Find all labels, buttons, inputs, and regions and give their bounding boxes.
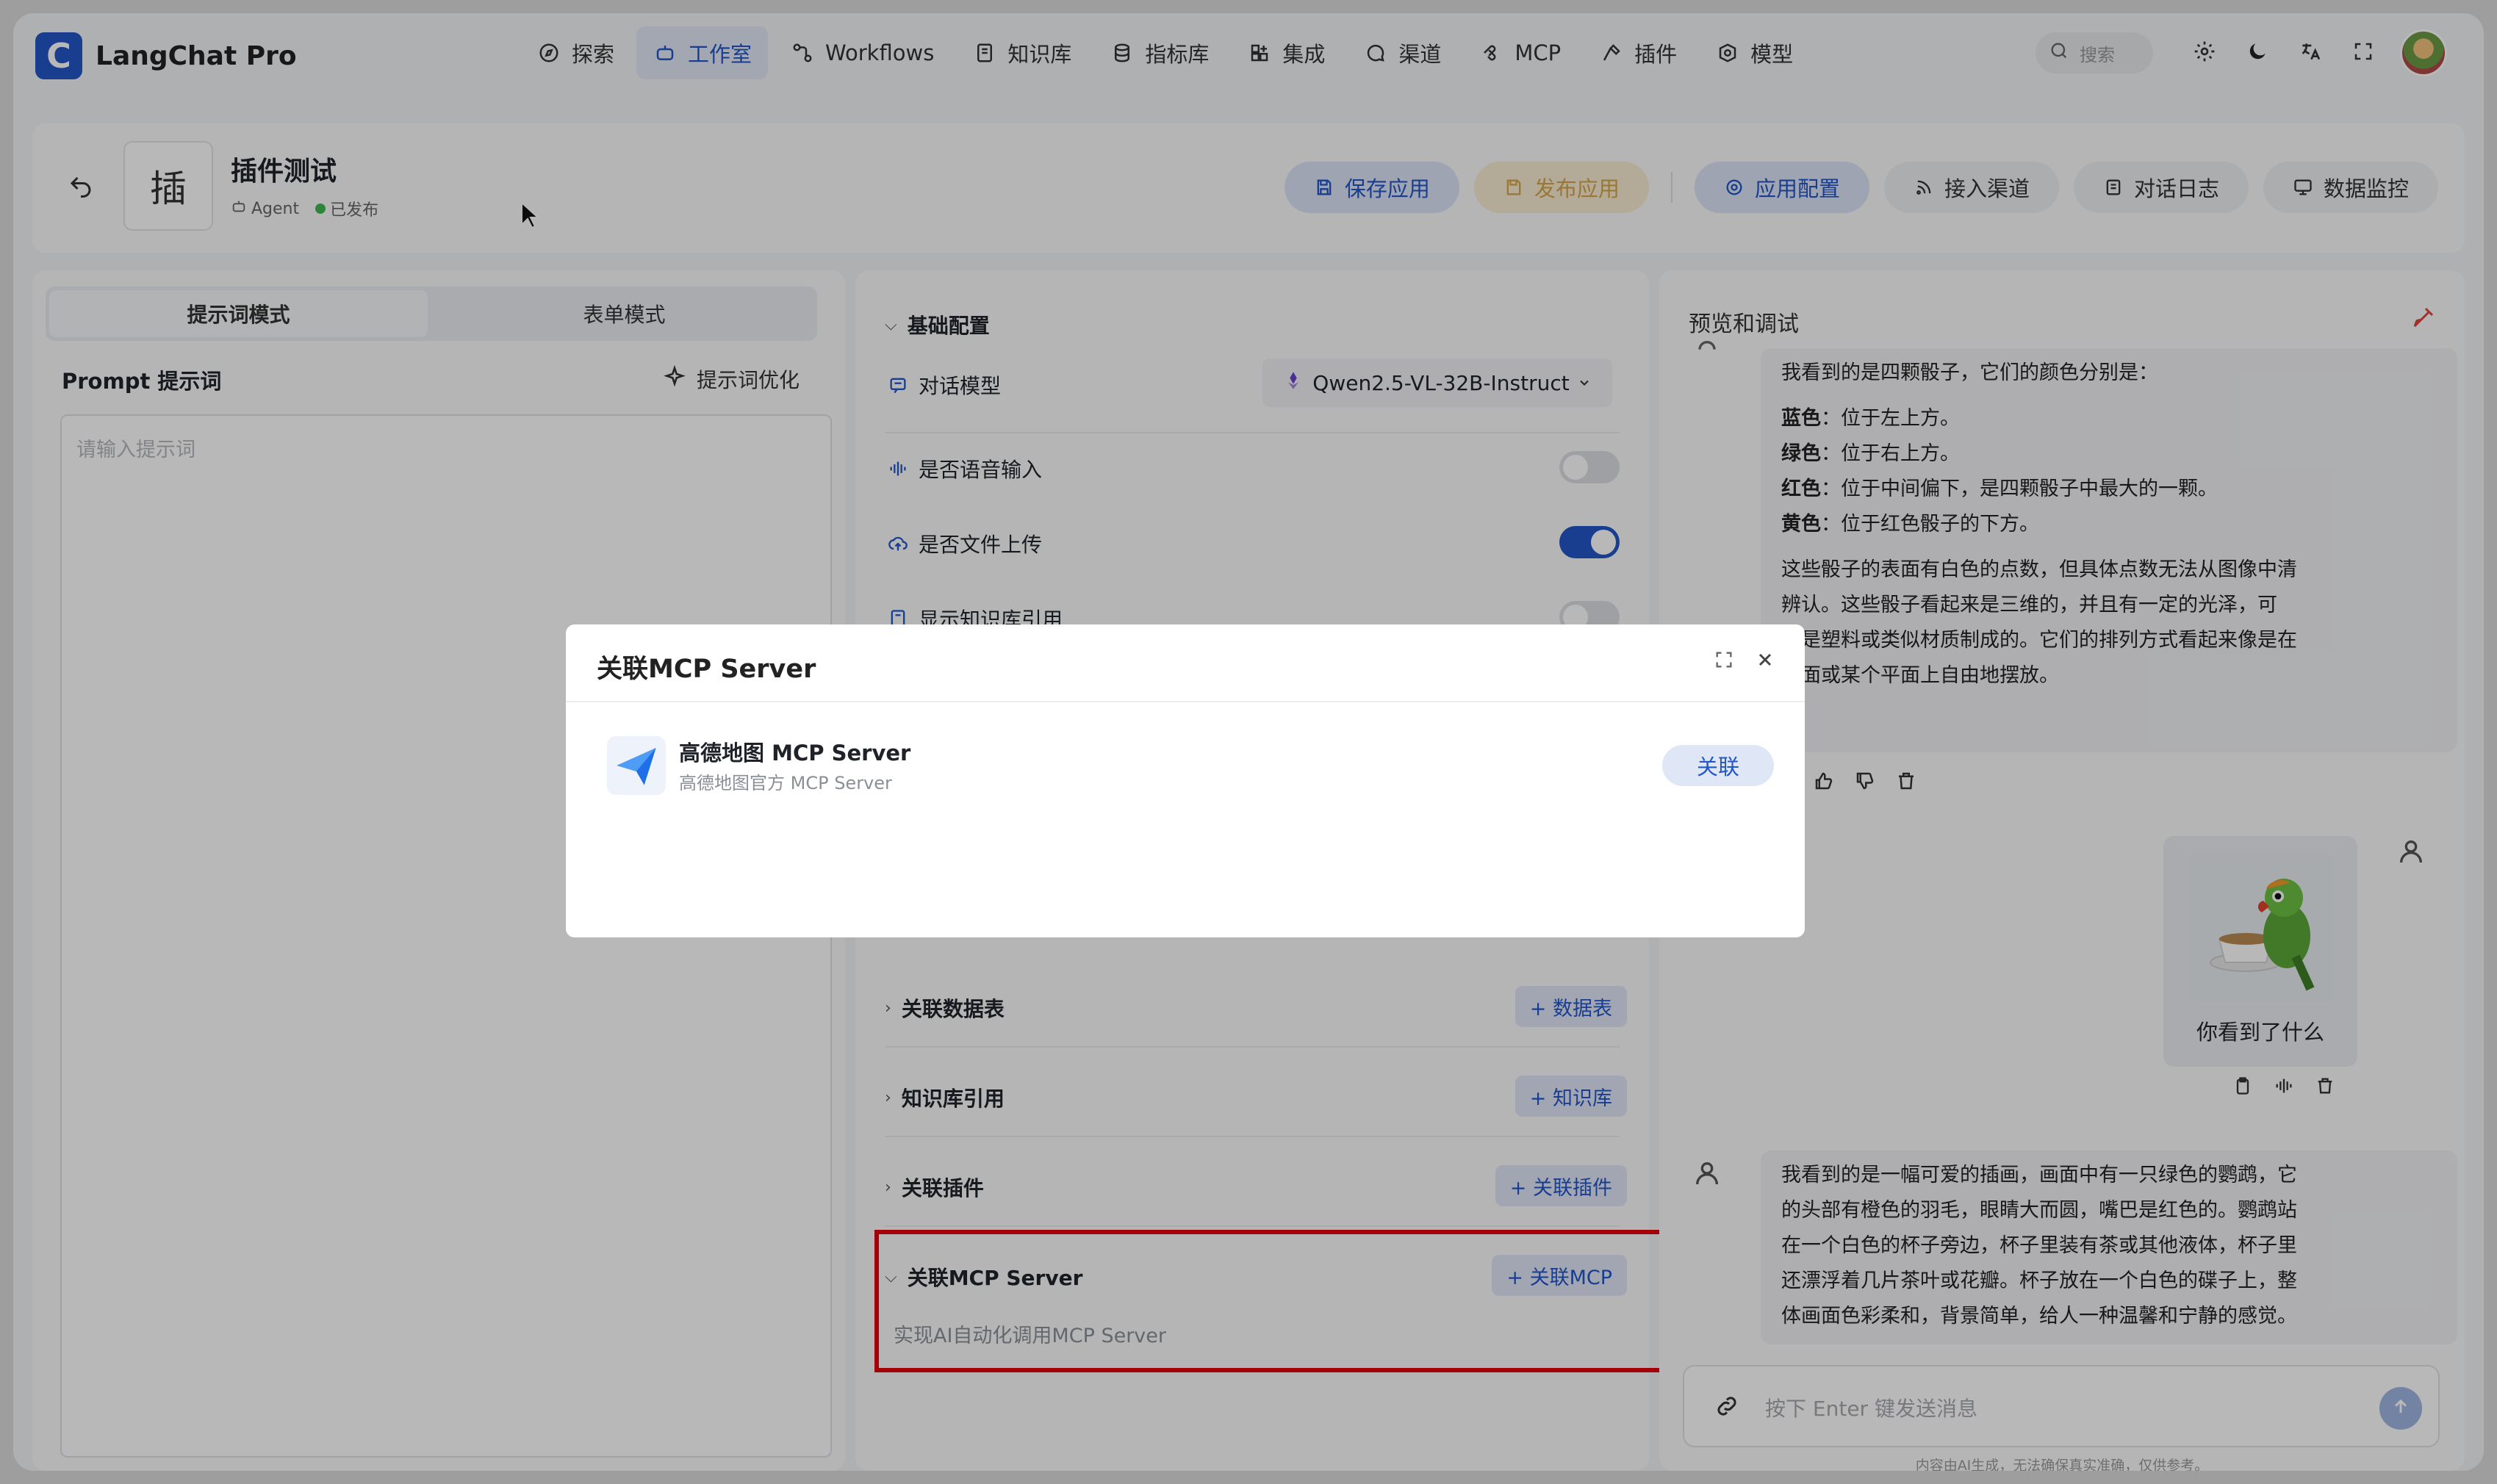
- modal-title: 关联MCP Server: [597, 655, 816, 684]
- link-mcp-modal: 关联MCP Server 高德地图 MCP Server 高德地图官方 MCP …: [566, 624, 1805, 937]
- expand-icon: [1714, 652, 1734, 673]
- amap-logo-icon: [607, 736, 666, 795]
- mcp-server-name: 高德地图 MCP Server: [679, 741, 911, 766]
- modal-expand-button[interactable]: [1714, 649, 1734, 673]
- link-mcp-button[interactable]: 关联: [1662, 745, 1774, 786]
- close-icon: [1755, 653, 1775, 673]
- divider: [566, 701, 1805, 702]
- modal-close-button[interactable]: [1755, 649, 1775, 673]
- mcp-server-desc: 高德地图官方 MCP Server: [679, 773, 892, 793]
